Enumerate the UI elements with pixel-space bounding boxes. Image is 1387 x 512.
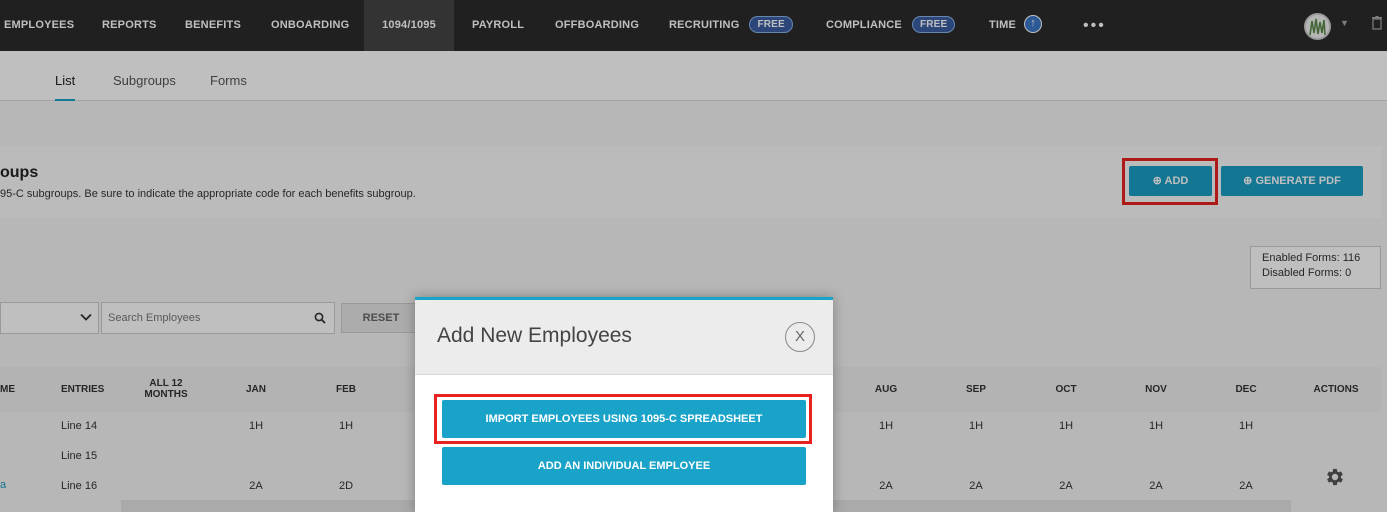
import-spreadsheet-button[interactable]: IMPORT EMPLOYEES USING 1095-C SPREADSHEE… [442, 400, 806, 438]
modal-header: Add New Employees X [415, 300, 833, 375]
add-employees-modal: Add New Employees X IMPORT EMPLOYEES USI… [415, 297, 833, 512]
close-icon[interactable]: X [785, 322, 815, 352]
modal-title: Add New Employees [437, 324, 632, 347]
add-individual-employee-button[interactable]: ADD AN INDIVIDUAL EMPLOYEE [442, 447, 806, 485]
